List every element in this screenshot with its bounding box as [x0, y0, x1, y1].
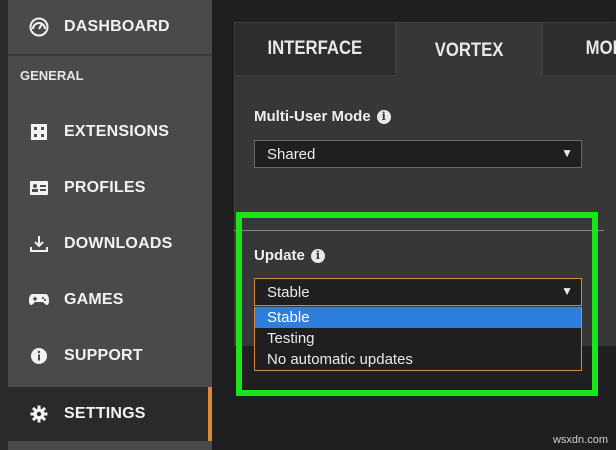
sidebar-item-games[interactable]: GAMES — [8, 273, 212, 327]
sidebar-item-label: GAMES — [64, 291, 124, 308]
sidebar-edge — [0, 0, 8, 450]
chevron-down-icon: ▼ — [561, 146, 573, 160]
highlight-box — [236, 212, 598, 396]
tab-label: MOD — [585, 38, 616, 59]
downloads-icon — [28, 233, 50, 255]
sidebar-item-label: DOWNLOADS — [64, 235, 173, 252]
section-label-general: GENERAL — [20, 68, 84, 83]
sidebar-item-dashboard[interactable]: DASHBOARD — [8, 0, 212, 54]
profiles-icon — [28, 177, 50, 199]
sidebar-item-settings[interactable]: SETTINGS — [8, 387, 212, 441]
sidebar-item-support[interactable]: SUPPORT — [8, 329, 212, 383]
sidebar-item-label: SETTINGS — [64, 405, 146, 422]
sidebar-item-label: EXTENSIONS — [64, 123, 170, 140]
sidebar-item-label: SUPPORT — [64, 347, 143, 364]
tab-label: VORTEX — [434, 39, 504, 61]
sidebar: DASHBOARD GENERAL EXTENSIONS PROFILES DO… — [0, 0, 212, 450]
gear-icon — [28, 403, 50, 425]
multi-user-mode-select[interactable]: Shared ▼ — [254, 140, 582, 168]
gamepad-icon — [28, 289, 50, 311]
tab-vortex[interactable]: VORTEX — [396, 22, 542, 78]
tab-interface[interactable]: INTERFACE — [234, 22, 396, 76]
multi-user-mode-value: Shared — [267, 145, 316, 163]
sidebar-item-profiles[interactable]: PROFILES — [8, 161, 212, 215]
sidebar-item-extensions[interactable]: EXTENSIONS — [8, 105, 212, 159]
info-icon — [28, 345, 50, 367]
dashboard-icon — [28, 16, 50, 38]
watermark: wsxdn.com — [552, 434, 608, 446]
multi-user-mode-label: Multi-User Mode i — [254, 108, 391, 125]
tab-mod[interactable]: MOD — [542, 22, 616, 76]
extensions-icon — [28, 121, 50, 143]
sidebar-item-label: DASHBOARD — [64, 18, 170, 35]
sidebar-item-downloads[interactable]: DOWNLOADS — [8, 217, 212, 271]
sidebar-divider — [8, 54, 212, 56]
multi-user-mode-text: Multi-User Mode — [254, 108, 371, 125]
sidebar-item-label: PROFILES — [64, 179, 146, 196]
tab-label: INTERFACE — [267, 38, 363, 59]
info-icon[interactable]: i — [376, 109, 391, 124]
